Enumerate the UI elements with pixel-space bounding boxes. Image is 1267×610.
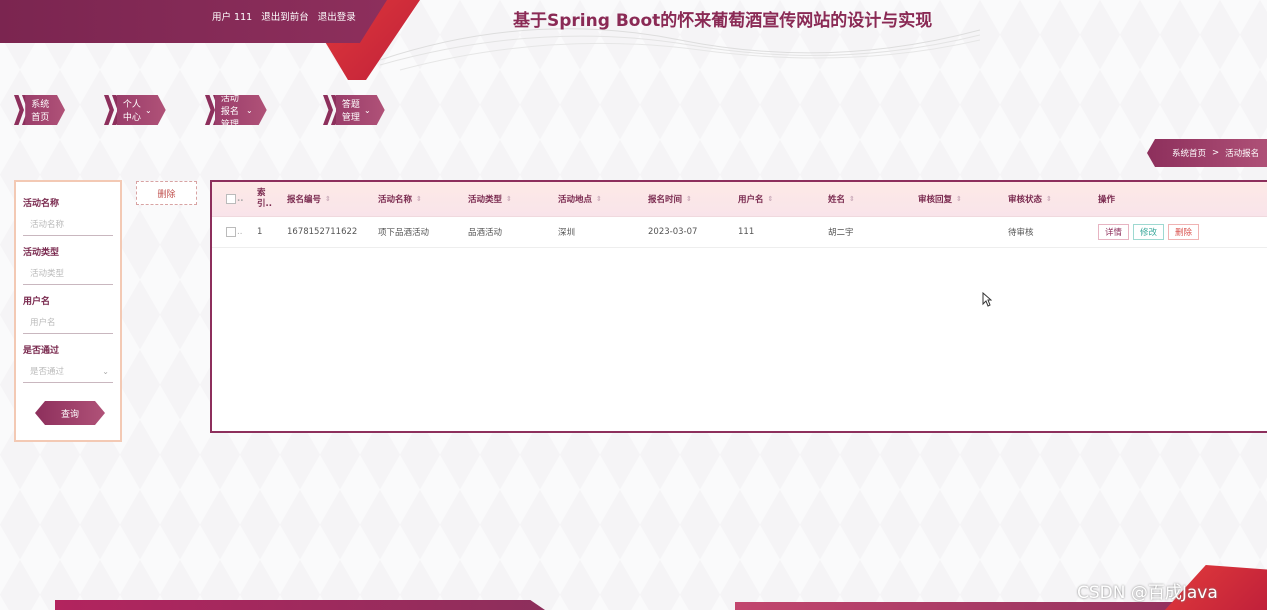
table-header: .. 索 引.. 报名编号 ⇕ 活动名称 ⇕ 活动类型 ⇕ 活动地点 ⇕ 报名时间 ⇕ 用… (212, 182, 1267, 217)
column-header-label: 审核回复 (918, 195, 953, 205)
sort-icon: ⇕ (596, 195, 602, 203)
chevron-down-icon: ⌄ (246, 105, 253, 115)
col-header-actions: 操作 (1098, 182, 1115, 216)
sort-icon: ⇕ (686, 195, 692, 203)
index-header: 索 引.. (257, 182, 272, 216)
sort-icon: ⇕ (956, 195, 962, 203)
back-to-front-link[interactable]: 退出到前台 (261, 12, 309, 23)
activity-name-input[interactable]: 活动名称 (23, 213, 113, 236)
col-header-signup-time[interactable]: 报名时间 ⇕ (648, 182, 692, 216)
col-header-location[interactable]: 活动地点 ⇕ (558, 182, 602, 216)
table-row: .. 1 1678152711622 项下品酒活动 品酒活动 深圳 2023-0… (212, 217, 1267, 248)
sort-icon: ⇕ (325, 195, 331, 203)
column-header-label: 报名时间 (648, 195, 683, 205)
approved-select[interactable]: 是否通过 ⌄ (23, 360, 113, 383)
site-title: 基于Spring Boot的怀来葡萄酒宣传网站的设计与实现 (513, 11, 933, 31)
col-header-review-reply[interactable]: 审核回复 ⇕ (918, 182, 962, 216)
search-button[interactable]: 查询 (35, 401, 105, 425)
user-name: 用户 111 (212, 12, 253, 23)
col-header-review-status[interactable]: 审核状态 ⇕ (1008, 182, 1052, 216)
cell-activity-name: 项下品酒活动 (378, 228, 430, 238)
edit-button[interactable]: 修改 (1133, 224, 1165, 240)
sort-icon: ⇕ (506, 195, 512, 203)
cell-review-status: 待审核 (1008, 228, 1034, 238)
cell-name: 胡二宇 (828, 228, 854, 238)
sort-icon: ⇕ (1046, 195, 1052, 203)
column-header-label: 活动地点 (558, 195, 593, 205)
select-all-checkbox[interactable]: .. (226, 182, 243, 216)
activity-name-placeholder: 活动名称 (30, 220, 65, 230)
activity-type-label: 活动类型 (23, 248, 60, 258)
activity-name-label: 活动名称 (23, 199, 60, 209)
column-header-label: 活动类型 (468, 195, 503, 205)
cell-index: 1 (257, 227, 263, 237)
breadcrumb-home[interactable]: 系统首页 (1172, 147, 1206, 159)
batch-delete-button[interactable]: 删除 (136, 181, 197, 205)
watermark: CSDN @百成Java (1077, 583, 1218, 603)
cell-signup-no: 1678152711622 (287, 227, 358, 237)
col-header-signup-no[interactable]: 报名编号 ⇕ (287, 182, 331, 216)
nav-item-quiz[interactable]: 答题管理 ⌄ (323, 95, 385, 125)
activity-type-input[interactable]: 活动类型 (23, 262, 113, 285)
col-header-activity-type[interactable]: 活动类型 ⇕ (468, 182, 512, 216)
column-header-label: 审核状态 (1008, 195, 1043, 205)
column-header-label: 姓名 (828, 195, 846, 205)
nav-item-personal[interactable]: 个人中心 ⌄ (104, 95, 166, 125)
cell-signup-time: 2023-03-07 (648, 227, 698, 237)
nav-item-label: 个人中心 (122, 100, 141, 123)
approved-placeholder: 是否通过 (30, 367, 65, 377)
detail-button[interactable]: 详情 (1098, 224, 1130, 240)
chevron-down-icon: ⌄ (364, 105, 371, 115)
chevron-icon (104, 95, 122, 125)
column-header-label: 用户名 (738, 195, 764, 205)
cell-location: 深圳 (558, 228, 576, 238)
column-header-label: 活动名称 (378, 195, 413, 205)
col-header-activity-name[interactable]: 活动名称 ⇕ (378, 182, 422, 216)
username-input[interactable]: 用户名 (23, 311, 113, 334)
row-checkbox[interactable]: .. (226, 217, 242, 247)
breadcrumb: 系统首页 > 活动报名 (1147, 139, 1267, 167)
chevron-down-icon: ⌄ (145, 105, 152, 115)
activity-type-placeholder: 活动类型 (30, 269, 65, 279)
delete-button[interactable]: 删除 (1168, 224, 1200, 240)
footer-bar-right (735, 602, 1235, 610)
column-header-label: 报名编号 (287, 195, 322, 205)
approved-label: 是否通过 (23, 346, 60, 356)
breadcrumb-current: 活动报名 (1225, 149, 1260, 159)
search-panel: 活动名称 活动名称 活动类型 活动类型 用户名 用户名 是否通过 是否通过 ⌄ 查… (14, 180, 122, 442)
nav-item-home[interactable]: 系统首页 (14, 95, 65, 125)
nav-item-label: 答题管理 (341, 100, 360, 123)
data-table: .. 索 引.. 报名编号 ⇕ 活动名称 ⇕ 活动类型 ⇕ 活动地点 ⇕ 报名时间 ⇕ 用… (210, 180, 1267, 433)
cell-activity-type: 品酒活动 (468, 228, 503, 238)
cell-actions: 详情 修改 删除 (1098, 217, 1203, 247)
logout-link[interactable]: 退出登录 (318, 12, 356, 23)
breadcrumb-separator: > (1212, 148, 1220, 158)
col-header-username[interactable]: 用户名 ⇕ (738, 182, 773, 216)
sort-icon: ⇕ (849, 195, 855, 203)
sort-icon: ⇕ (416, 195, 422, 203)
user-links: 用户 111 退出到前台 退出登录 (212, 9, 362, 23)
mouse-cursor-icon (982, 292, 992, 307)
col-header-name[interactable]: 姓名 ⇕ (828, 182, 855, 216)
index-header-line1: 索 (257, 188, 266, 198)
chevron-down-icon: ⌄ (102, 366, 109, 376)
username-label: 用户名 (23, 297, 51, 307)
index-header-line2: 引.. (257, 199, 272, 209)
column-header-label: 操作 (1098, 195, 1116, 205)
nav-item-label: 系统首页 (31, 100, 50, 123)
chevron-icon (323, 95, 341, 125)
nav-item-label: 活动报名管理 (220, 93, 239, 130)
username-placeholder: 用户名 (30, 318, 56, 328)
cell-username: 111 (738, 227, 755, 237)
footer-bar-left (55, 600, 545, 610)
sort-icon: ⇕ (767, 195, 774, 203)
nav-item-activity-signup[interactable]: 活动报名管理 ⌄ (205, 95, 267, 125)
